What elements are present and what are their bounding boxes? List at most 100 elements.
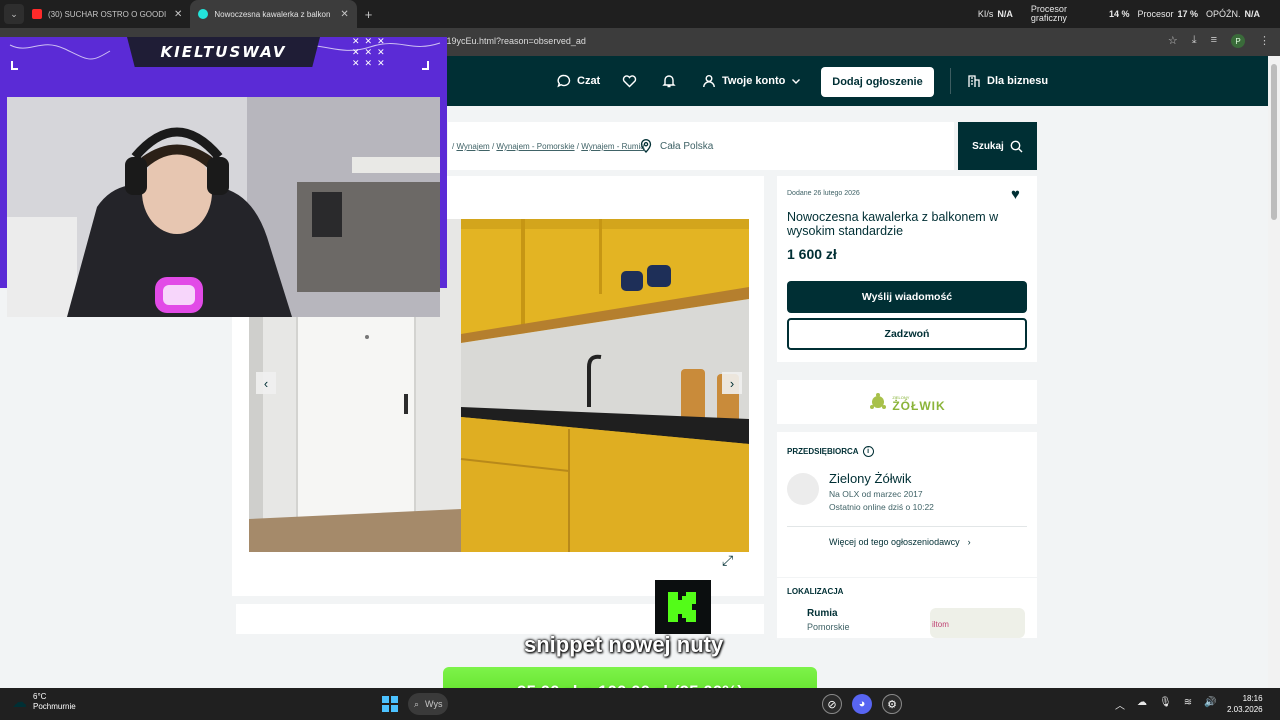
search-icon	[1010, 140, 1023, 152]
chevron-down-icon	[792, 79, 801, 84]
prev-photo-button[interactable]: ‹	[256, 372, 276, 394]
chevron-right-icon: ›	[729, 375, 735, 391]
download-icon[interactable]: ⤓	[1192, 34, 1197, 48]
weather-desc: Pochmurnie	[33, 702, 76, 711]
more-from-seller-label: Więcej od tego ogłoszeniodawcy	[829, 537, 960, 547]
search-icon: ⌕	[414, 698, 420, 709]
header-divider	[950, 68, 951, 94]
next-photo-button[interactable]: ›	[722, 372, 742, 394]
windows-start-icon[interactable]	[382, 696, 398, 712]
breadcrumb-item[interactable]: Wynajem - Rumia	[581, 142, 645, 151]
scrollbar-thumb[interactable]	[1271, 64, 1277, 220]
url-text[interactable]: D19ycEu.html?reason=observed_ad	[440, 36, 586, 46]
favorites-button[interactable]	[622, 74, 637, 88]
close-tab-icon[interactable]: ✕	[174, 9, 182, 20]
close-tab-icon[interactable]: ✕	[340, 9, 348, 20]
taskbar-clock[interactable]: 18:16 2.03.2026	[1227, 693, 1263, 715]
windows-taskbar	[0, 688, 1280, 720]
building-icon	[968, 75, 980, 87]
chevron-left-icon: ‹	[263, 375, 269, 391]
bookmark-star-icon[interactable]: ☆	[1168, 34, 1178, 48]
reading-list-icon[interactable]: ≡	[1211, 34, 1217, 48]
new-tab-button[interactable]: +	[365, 7, 373, 22]
webcam-video	[7, 97, 440, 317]
more-from-seller-link[interactable]: Więcej od tego ogłoszeniodawcy ›	[829, 537, 971, 547]
location-region: Pomorskie	[807, 622, 850, 632]
cloud-icon[interactable]: ☁	[1137, 697, 1147, 712]
app-settings-icon[interactable]: ⚙	[882, 694, 902, 714]
wifi-icon[interactable]: ≋	[1184, 697, 1192, 712]
browser-tab-olx[interactable]: Nowoczesna kawalerka z balkon ✕	[190, 0, 357, 28]
send-message-button[interactable]: Wyślij wiadomość	[787, 281, 1027, 313]
olx-icon	[198, 9, 209, 19]
performance-overlay: KI/s N/A Procesor graficzny 14 % Procesor 1…	[978, 2, 1260, 26]
taskbar-search-text: Wys	[425, 699, 443, 709]
tab-title: Nowoczesna kawalerka z balkon	[214, 9, 331, 19]
location-city: Rumia	[807, 608, 838, 619]
notifications-button[interactable]	[662, 74, 676, 88]
seller-last-online: Ostatnio online dziś o 10:22	[829, 502, 934, 512]
turtle-logo-icon	[870, 393, 887, 409]
location-value: Cała Polska	[660, 140, 714, 152]
ad-title: Nowoczesna kawalerka z balkonem w wysoki…	[787, 210, 999, 238]
seller-avatar	[787, 473, 819, 505]
kick-k-icon	[668, 592, 696, 622]
channel-name: KIELTUSWAV	[160, 43, 287, 61]
clock-time: 18:16	[1242, 694, 1263, 703]
seller-logo-card[interactable]: ZIELONY ŻÓŁWIK	[777, 380, 1037, 424]
cpu-value: 17 %	[1177, 9, 1198, 19]
breadcrumb-item[interactable]: Wynajem	[456, 142, 489, 151]
gpu-label-2: graficzny	[1030, 13, 1067, 23]
browser-menu-icon[interactable]: ⋮	[1259, 34, 1270, 48]
tab-title: (30) SUCHAR OSTRO O GOODI	[48, 9, 167, 19]
browser-tab-youtube[interactable]: (30) SUCHAR OSTRO O GOODI ✕	[24, 0, 190, 28]
app-compass-icon[interactable]: ⊘	[822, 694, 842, 714]
discord-icon[interactable]: ◕	[852, 694, 872, 714]
ad-price: 1 600 zł	[787, 246, 837, 262]
seller-type: PRZEDSIĘBIORCA i	[787, 446, 874, 457]
call-button[interactable]: Zadzwoń	[787, 318, 1027, 350]
divider	[787, 526, 1027, 527]
kls-value: N/A	[997, 9, 1013, 19]
search-button[interactable]: Szukaj	[958, 122, 1037, 170]
chat-link[interactable]: Czat	[557, 74, 600, 88]
seller-since: Na OLX od marzec 2017	[829, 489, 923, 499]
tab-search-icon[interactable]: ⌄	[4, 4, 24, 24]
location-heading: LOKALIZACJA	[787, 587, 844, 596]
chat-icon	[557, 74, 571, 88]
seller-name[interactable]: Zielony Żółwik	[829, 471, 911, 486]
delay-value: N/A	[1244, 9, 1261, 19]
taskbar-search[interactable]: ⌕ Wys	[408, 693, 448, 715]
heart-icon	[622, 75, 637, 88]
profile-avatar-icon[interactable]: P	[1231, 34, 1245, 48]
favorite-heart-icon[interactable]: ♥	[1011, 186, 1020, 203]
business-label: Dla biznesu	[987, 75, 1049, 87]
info-icon[interactable]: i	[862, 446, 874, 457]
bell-icon	[662, 75, 676, 88]
posted-date: Dodane 26 lutego 2026	[787, 190, 860, 197]
breadcrumb-item[interactable]: Wynajem - Pomorskie	[496, 142, 574, 151]
system-tray: ︿ ☁ 🎙 ≋ 🔊	[1115, 697, 1217, 712]
cloudy-weather-icon: ☁	[12, 694, 27, 711]
account-menu[interactable]: Twoje konto	[702, 74, 801, 88]
decorative-crosses-icon: ✕✕✕ ✕✕✕ ✕✕✕	[352, 36, 390, 68]
gpu-value: 14 %	[1108, 9, 1130, 19]
address-bar-icons: ☆ ⤓ ≡ P ⋮	[1168, 34, 1270, 48]
location-map[interactable]: iltom	[930, 608, 1025, 638]
user-icon	[703, 75, 715, 88]
breadcrumb: / Wynajem / Wynajem - Pomorskie / Wynaje…	[452, 142, 645, 151]
post-ad-button[interactable]: Dodaj ogłoszenie	[821, 67, 934, 97]
weather-temp: 6°C	[33, 692, 47, 701]
weather-widget[interactable]: ☁ 6°C Pochmurnie	[12, 692, 76, 712]
business-link[interactable]: Dla biznesu	[967, 74, 1048, 88]
kick-logo-icon	[655, 580, 711, 634]
search-button-label: Szukaj	[972, 140, 1004, 152]
volume-icon[interactable]: 🔊	[1204, 697, 1216, 712]
map-place-label: iltom	[932, 620, 949, 629]
chevron-up-icon[interactable]: ︿	[1115, 697, 1125, 712]
fullscreen-icon[interactable]: ⤢	[722, 552, 733, 569]
account-label: Twoje konto	[722, 75, 786, 87]
microphone-icon[interactable]: 🎙	[1159, 697, 1172, 712]
seller-type-label: PRZEDSIĘBIORCA	[787, 447, 859, 456]
clock-date: 2.03.2026	[1227, 705, 1263, 714]
